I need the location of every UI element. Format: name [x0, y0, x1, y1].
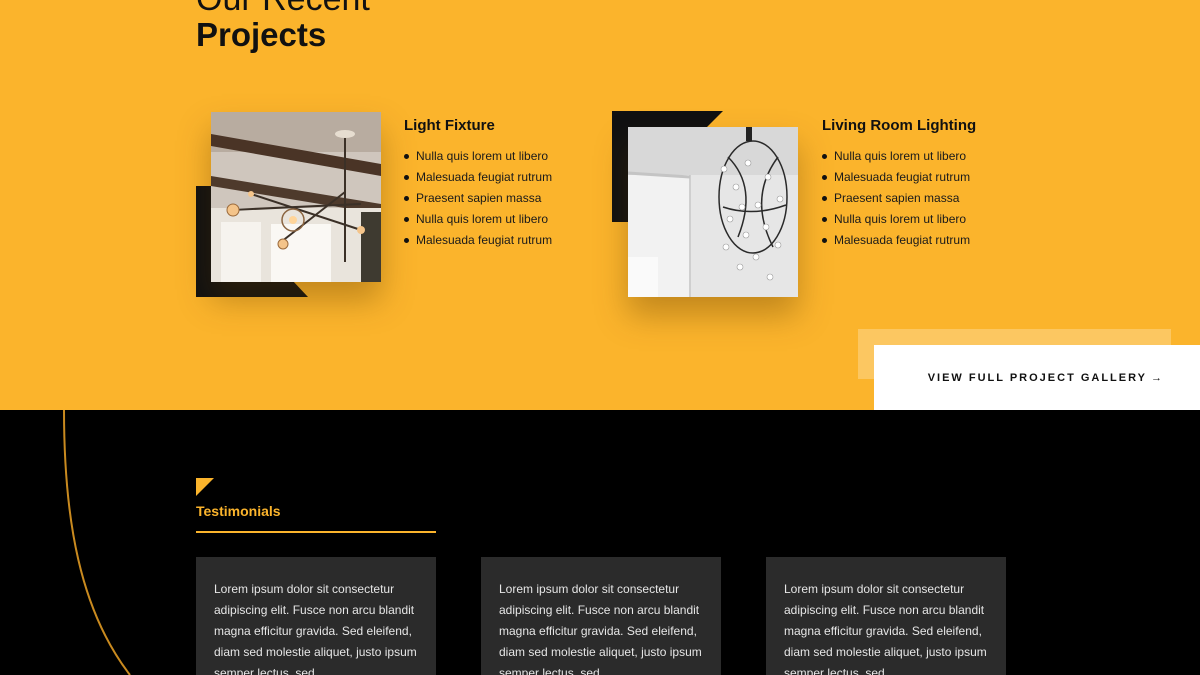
testimonial-card: Lorem ipsum dolor sit consectetur adipis… [481, 557, 721, 675]
list-item: Nulla quis lorem ut libero [822, 209, 970, 230]
testimonial-card: Lorem ipsum dolor sit consectetur adipis… [196, 557, 436, 675]
list-item: Nulla quis lorem ut libero [404, 146, 552, 167]
section-heading: Projects [196, 16, 327, 53]
projects-section: Our Recent Projects [0, 0, 1200, 410]
chandelier-photo-icon [211, 112, 381, 282]
testimonial-text: Lorem ipsum dolor sit consectetur adipis… [214, 582, 417, 675]
view-gallery-button[interactable]: VIEW FULL PROJECT GALLERY → [874, 345, 1200, 410]
list-item: Malesuada feugiat rutrum [404, 230, 552, 251]
list-item: Praesent sapien massa [822, 188, 970, 209]
project-feature-list: Nulla quis lorem ut libero Malesuada feu… [822, 146, 970, 251]
project-feature-list: Nulla quis lorem ut libero Malesuada feu… [404, 146, 552, 251]
arrow-right-icon: → [1151, 371, 1162, 384]
list-item: Malesuada feugiat rutrum [822, 167, 970, 188]
crystal-chandelier-photo-icon [628, 127, 798, 297]
list-item: Nulla quis lorem ut libero [404, 209, 552, 230]
corner-accent-icon [196, 478, 214, 496]
list-item: Nulla quis lorem ut libero [822, 146, 970, 167]
view-gallery-label: VIEW FULL PROJECT GALLERY [927, 371, 1147, 384]
list-item: Malesuada feugiat rutrum [404, 167, 552, 188]
testimonials-section: Testimonials Lorem ipsum dolor sit conse… [0, 410, 1200, 675]
section-heading-top: Our Recent [196, 0, 370, 16]
decorative-arc-icon [63, 410, 131, 675]
list-item: Malesuada feugiat rutrum [822, 230, 970, 251]
testimonial-card: Lorem ipsum dolor sit consectetur adipis… [766, 557, 1006, 675]
testimonial-text: Lorem ipsum dolor sit consectetur adipis… [784, 582, 987, 675]
project-image-light-fixture[interactable] [211, 112, 381, 282]
project-image-living-room[interactable] [628, 127, 798, 297]
project-title[interactable]: Living Room Lighting [822, 117, 976, 134]
list-item: Praesent sapien massa [404, 188, 552, 209]
divider [196, 531, 436, 533]
project-title[interactable]: Light Fixture [404, 117, 495, 134]
testimonials-label: Testimonials [196, 503, 281, 519]
testimonial-text: Lorem ipsum dolor sit consectetur adipis… [499, 582, 702, 675]
